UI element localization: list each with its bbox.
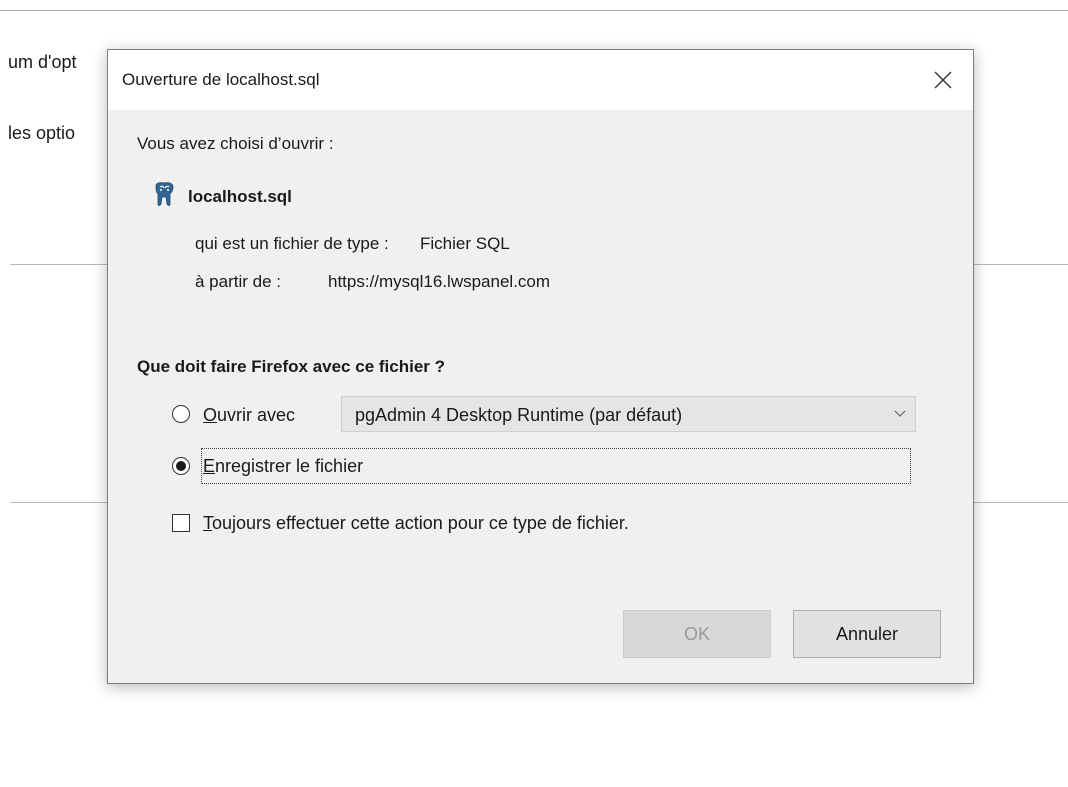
close-icon bbox=[934, 71, 952, 89]
application-select-value: pgAdmin 4 Desktop Runtime (par défaut) bbox=[355, 405, 683, 425]
dialog-title: Ouverture de localhost.sql bbox=[122, 70, 320, 89]
dialog-titlebar: Ouverture de localhost.sql bbox=[108, 50, 973, 110]
save-file-accesskey: E bbox=[203, 456, 216, 476]
application-select[interactable]: pgAdmin 4 Desktop Runtime (par défaut) bbox=[341, 396, 916, 432]
open-with-label[interactable]: Ouvrir avec bbox=[203, 405, 295, 426]
file-type-label: qui est un fichier de type : bbox=[195, 234, 389, 253]
action-question: Que doit faire Firefox avec ce fichier ? bbox=[137, 357, 445, 376]
page-top-border bbox=[0, 10, 1068, 11]
always-do-this-label[interactable]: Toujours effectuer cette action pour ce … bbox=[203, 513, 629, 534]
open-with-radio[interactable] bbox=[172, 405, 190, 423]
postgresql-elephant-icon bbox=[155, 182, 174, 206]
file-name: localhost.sql bbox=[188, 187, 292, 206]
cancel-button[interactable]: Annuler bbox=[793, 610, 941, 658]
ok-button[interactable]: OK bbox=[623, 610, 771, 658]
open-with-accesskey: O bbox=[203, 405, 218, 425]
save-file-label[interactable]: Enregistrer le fichier bbox=[203, 456, 363, 477]
open-file-dialog: Ouverture de localhost.sql Vous avez cho… bbox=[107, 49, 974, 684]
always-do-this-accesskey: T bbox=[203, 513, 212, 533]
always-do-this-label-text: oujours effectuer cette action pour ce t… bbox=[212, 513, 629, 533]
source-label: à partir de : bbox=[195, 272, 281, 291]
always-do-this-checkbox[interactable] bbox=[172, 514, 190, 532]
chevron-down-icon bbox=[894, 410, 906, 417]
source-value: https://mysql16.lwspanel.com bbox=[328, 272, 551, 291]
background-text-line-2: les optio bbox=[8, 123, 76, 143]
close-button[interactable] bbox=[913, 50, 973, 110]
dialog-intro: Vous avez choisi d’ouvrir : bbox=[137, 134, 334, 153]
background-text-line-1: um d'opt bbox=[8, 52, 77, 72]
file-type-value: Fichier SQL bbox=[420, 234, 510, 253]
save-file-label-text: nregistrer le fichier bbox=[215, 456, 364, 476]
open-with-label-text: uvrir avec bbox=[217, 405, 296, 425]
firefox-page: um d'opt les optio Ouverture de localhos… bbox=[0, 0, 1068, 787]
save-file-radio[interactable] bbox=[172, 457, 190, 475]
